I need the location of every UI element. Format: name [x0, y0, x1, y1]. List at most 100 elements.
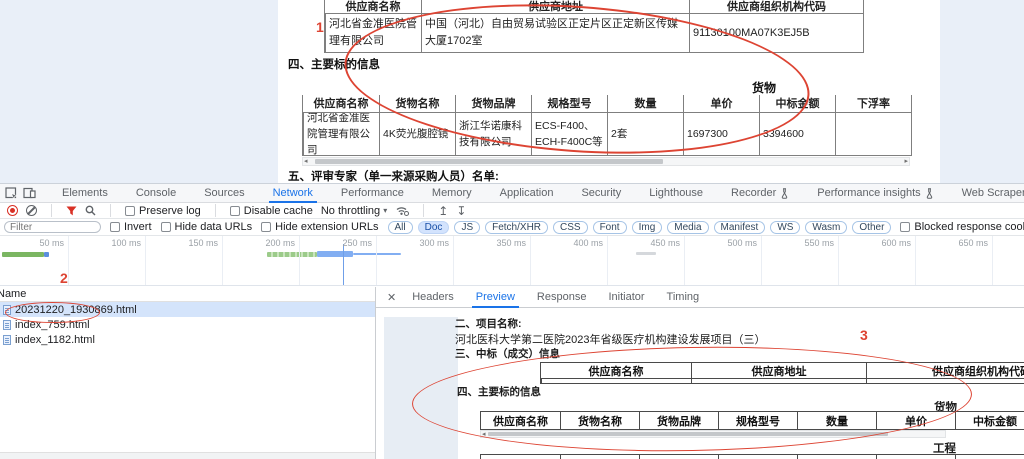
filter-pill-fetch-xhr[interactable]: Fetch/XHR [485, 221, 548, 234]
timeline-tick-label: 550 ms [778, 238, 834, 248]
filter-pill-other[interactable]: Other [852, 221, 891, 234]
tab-application[interactable]: Application [496, 184, 558, 203]
checkbox[interactable] [125, 206, 135, 216]
timeline-tick-label: 150 ms [162, 238, 218, 248]
document-icon [3, 305, 11, 315]
bid-goods-cell: 4K荧光腹腔镜 [379, 112, 455, 155]
empty-cell [797, 455, 876, 459]
preview-horizontal-scrollbar[interactable]: ◂ [480, 430, 946, 438]
tab-performance-insights-label: Performance insights [817, 187, 920, 199]
waterfall-bar-blue [317, 251, 353, 257]
tab-recorder-label: Recorder [731, 187, 776, 199]
hide-data-urls-checkbox[interactable]: Hide data URLs [161, 221, 253, 233]
hide-data-urls-label: Hide data URLs [175, 221, 253, 233]
table-header-cell: 货物名称 [379, 95, 455, 112]
table-header-cell: 供应商组织机构代码 [689, 0, 863, 13]
checkbox[interactable] [261, 222, 271, 232]
invert-checkbox[interactable]: Invert [110, 221, 152, 233]
detail-tab-headers[interactable]: Headers [408, 287, 458, 308]
divider [423, 204, 424, 217]
export-har-icon[interactable]: ↧ [456, 206, 466, 216]
table-header-cell: 供应商名称 [481, 412, 560, 429]
filter-pill-img[interactable]: Img [632, 221, 663, 234]
disable-cache-checkbox[interactable]: Disable cache [230, 205, 313, 217]
table-horizontal-scrollbar[interactable]: ◂ ▸ [302, 157, 910, 166]
waterfall-bar-blue-tip [44, 252, 49, 257]
close-icon[interactable]: ✕ [382, 291, 401, 304]
filter-pill-font[interactable]: Font [593, 221, 627, 234]
invert-label: Invert [124, 221, 152, 233]
table-header-cell: 数量 [797, 412, 876, 429]
tab-lighthouse[interactable]: Lighthouse [645, 184, 707, 203]
tab-recorder[interactable]: Recorder [727, 184, 793, 203]
checkbox[interactable] [110, 222, 120, 232]
record-network-log-button[interactable] [7, 205, 18, 216]
table-header-cell: 中标金额 [955, 412, 1024, 429]
scrollbar-thumb[interactable] [315, 159, 663, 164]
network-overview-timeline[interactable]: 50 ms100 ms150 ms200 ms250 ms300 ms350 m… [0, 236, 1024, 286]
tab-sources[interactable]: Sources [200, 184, 248, 203]
filter-pill-ws[interactable]: WS [770, 221, 800, 234]
detail-tab-timing[interactable]: Timing [663, 287, 704, 308]
checkbox[interactable] [230, 206, 240, 216]
chevron-down-icon: ▾ [383, 206, 387, 215]
tab-performance-insights[interactable]: Performance insights [813, 184, 937, 203]
preserve-log-checkbox[interactable]: Preserve log [125, 205, 201, 217]
tab-elements[interactable]: Elements [58, 184, 112, 203]
tab-console[interactable]: Console [132, 184, 180, 203]
inspect-element-icon[interactable] [5, 187, 18, 200]
preview-left-block [384, 317, 458, 459]
divider [51, 204, 52, 217]
filter-pill-media[interactable]: Media [667, 221, 708, 234]
network-conditions-icon[interactable] [395, 205, 409, 216]
scrollbar-thumb[interactable] [488, 432, 888, 436]
scroll-right-icon[interactable]: ▸ [903, 158, 909, 165]
hide-extension-urls-checkbox[interactable]: Hide extension URLs [261, 221, 378, 233]
tab-memory[interactable]: Memory [428, 184, 476, 203]
tab-security[interactable]: Security [577, 184, 625, 203]
request-row[interactable]: index_759.html [0, 317, 375, 332]
bid-discount-cell [835, 112, 911, 155]
detail-tab-preview[interactable]: Preview [472, 287, 519, 308]
waterfall-bar-light-green [267, 252, 317, 257]
network-summary-bar [0, 452, 375, 459]
timeline-gridline [915, 236, 916, 286]
timeline-tick-label: 600 ms [855, 238, 911, 248]
empty-cell [481, 455, 560, 459]
tab-web-scraper[interactable]: Web Scraper [958, 184, 1024, 203]
waterfall-bar-green [2, 252, 44, 257]
timeline-tick-label: 50 ms [8, 238, 64, 248]
checkbox[interactable] [900, 222, 910, 232]
request-row-selected[interactable]: 20231220_1930869.html [0, 302, 375, 317]
pane-divider[interactable] [375, 287, 376, 459]
timeline-tick-label: 450 ms [624, 238, 680, 248]
filter-pill-css[interactable]: CSS [553, 221, 588, 234]
document-icon [3, 335, 11, 345]
preview-bid-table: 供应商名称 货物名称 货物品牌 规格型号 数量 单价 中标金额 [480, 411, 1024, 430]
detail-tab-response[interactable]: Response [533, 287, 591, 308]
filter-pill-js[interactable]: JS [454, 221, 480, 234]
filter-pill-wasm[interactable]: Wasm [805, 221, 847, 234]
tab-network[interactable]: Network [269, 184, 317, 203]
filter-pill-doc[interactable]: Doc [418, 221, 450, 234]
supplier-info-table: 供应商名称 供应商地址 供应商组织机构代码 河北省金准医院管理有限公司 中国（河… [324, 0, 864, 53]
filter-input[interactable] [4, 221, 101, 233]
search-icon[interactable] [85, 205, 96, 216]
requests-name-column-header[interactable]: Name [0, 287, 375, 302]
import-har-icon[interactable]: ↥ [438, 206, 448, 216]
flask-icon [780, 188, 789, 199]
timeline-tick-label: 300 ms [393, 238, 449, 248]
filter-icon[interactable] [66, 206, 77, 216]
filter-pill-manifest[interactable]: Manifest [714, 221, 766, 234]
detail-tab-initiator[interactable]: Initiator [604, 287, 648, 308]
tab-performance[interactable]: Performance [337, 184, 408, 203]
checkbox[interactable] [161, 222, 171, 232]
request-row[interactable]: index_1182.html [0, 332, 375, 347]
device-toolbar-icon[interactable] [23, 187, 36, 199]
network-toolbar: Preserve log Disable cache No throttling… [0, 203, 1024, 219]
throttling-dropdown[interactable]: No throttling ▾ [321, 205, 387, 217]
filter-pill-all[interactable]: All [388, 221, 413, 234]
empty-cell [955, 455, 1024, 459]
clear-network-log-icon[interactable] [26, 205, 37, 216]
blocked-cookies-checkbox[interactable]: Blocked response cookies [900, 221, 1024, 233]
